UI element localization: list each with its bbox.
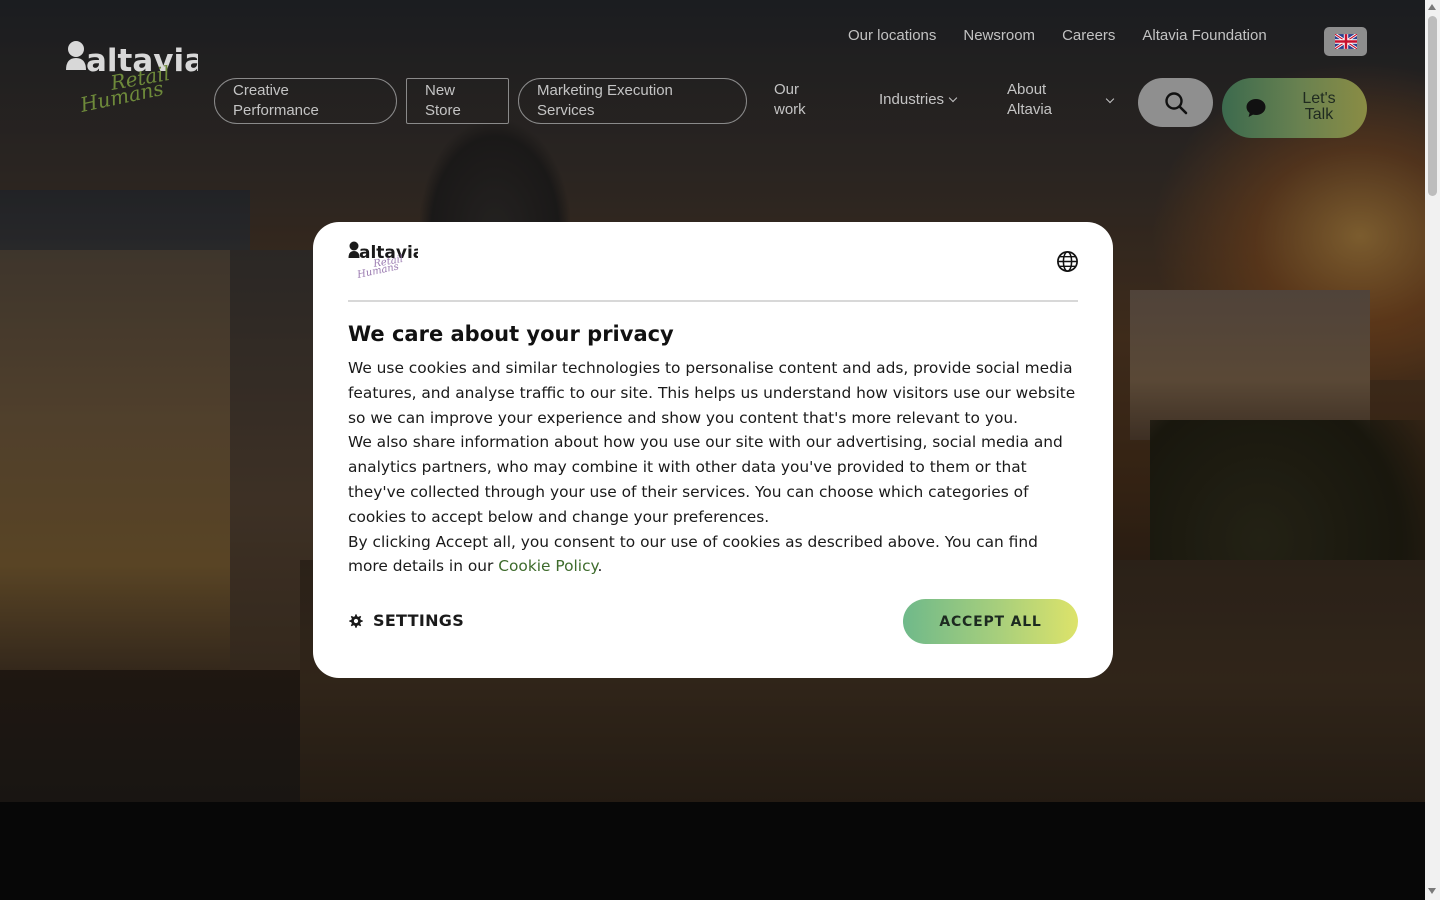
nav-creative-performance-label: Creative Performance	[233, 82, 319, 119]
scroll-up-arrow-icon[interactable]	[1428, 4, 1436, 10]
nav-new-store-label: New Store	[425, 82, 461, 119]
nav-our-work[interactable]: Our work	[774, 80, 824, 120]
modal-altavia-logo: altavia Retail Humans	[348, 240, 424, 282]
cookie-settings-button[interactable]: SETTINGS	[348, 611, 464, 630]
cookie-policy-link[interactable]: Cookie Policy	[498, 557, 597, 575]
nav-industries[interactable]: Industries	[879, 90, 958, 110]
cookie-paragraph-3-text: By clicking Accept all, you consent to o…	[348, 532, 1038, 576]
search-button[interactable]	[1138, 78, 1213, 127]
top-link-careers[interactable]: Careers	[1062, 27, 1115, 44]
language-switcher[interactable]	[1324, 27, 1367, 56]
dark-section	[0, 802, 1425, 900]
cookie-paragraph-1: We use cookies and similar technologies …	[348, 359, 1076, 427]
accept-all-button[interactable]: ACCEPT ALL	[903, 599, 1078, 644]
cookie-settings-label: SETTINGS	[373, 611, 465, 630]
nav-creative-performance[interactable]: Creative Performance	[214, 78, 397, 124]
cookie-dialog-title: We care about your privacy	[348, 322, 674, 346]
lets-talk-label: Let's Talk	[1302, 90, 1336, 123]
modal-divider	[348, 300, 1078, 302]
chevron-down-icon	[948, 93, 958, 103]
search-icon	[1164, 91, 1187, 114]
top-link-our-locations[interactable]: Our locations	[848, 27, 936, 44]
nav-new-store[interactable]: New Store	[406, 78, 509, 124]
chat-bubble-icon	[1246, 99, 1266, 117]
nav-marketing-execution-label: Marketing Execution Services	[537, 82, 673, 119]
cookie-paragraph-3: By clicking Accept all, you consent to o…	[348, 530, 1078, 580]
lets-talk-button[interactable]: Let's Talk	[1222, 78, 1367, 138]
accept-all-label: ACCEPT ALL	[939, 613, 1042, 630]
uk-flag-icon	[1334, 34, 1357, 49]
nav-about-altavia[interactable]: About Altavia	[1007, 80, 1067, 120]
top-link-newsroom[interactable]: Newsroom	[963, 27, 1035, 44]
page-scrollbar[interactable]	[1425, 0, 1440, 900]
gear-icon	[349, 613, 363, 628]
altavia-logo[interactable]: altavia Retail Humans	[64, 40, 205, 120]
top-link-altavia-foundation[interactable]: Altavia Foundation	[1142, 27, 1266, 44]
nav-marketing-execution-services[interactable]: Marketing Execution Services	[518, 78, 747, 124]
logo-graphic: altavia Retail Humans	[66, 41, 205, 117]
cookie-paragraph-2: We also share information about how you …	[348, 433, 1063, 526]
top-navigation: Our locations Newsroom Careers Altavia F…	[848, 27, 1267, 44]
scrollbar-thumb[interactable]	[1428, 16, 1437, 196]
nav-about-altavia-label: About Altavia	[1007, 81, 1053, 118]
cookie-consent-dialog: altavia Retail Humans We care about your…	[313, 222, 1113, 678]
globe-icon[interactable]	[1056, 250, 1079, 273]
cookie-paragraph-3-end: .	[597, 557, 603, 576]
cookie-dialog-body: We use cookies and similar technologies …	[348, 356, 1078, 579]
nav-industries-label: Industries	[879, 91, 945, 108]
modal-logo-graphic: altavia Retail Humans	[348, 241, 424, 281]
nav-our-work-label: Our work	[774, 81, 806, 118]
scroll-down-arrow-icon[interactable]	[1428, 888, 1436, 894]
